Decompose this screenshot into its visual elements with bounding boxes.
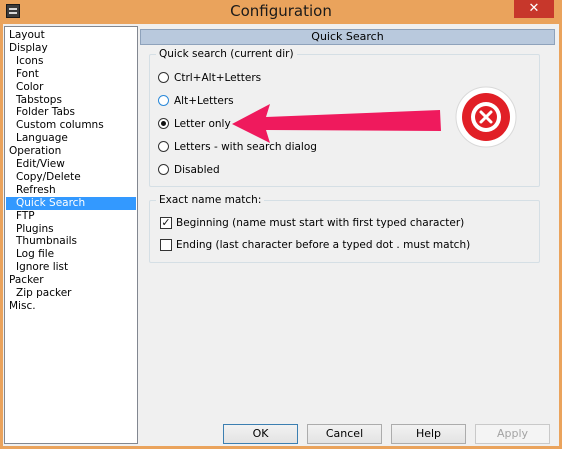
sidebar-item-operation[interactable]: Operation: [7, 145, 63, 158]
quick-search-option-label: Letter only: [174, 118, 231, 130]
window-title: Configuration: [230, 2, 332, 20]
page-title: Quick Search: [140, 29, 555, 45]
ok-button[interactable]: OK: [223, 424, 298, 444]
exact-match-option-label: Ending (last character before a typed do…: [176, 239, 471, 251]
sidebar-item-icons[interactable]: Icons: [14, 55, 45, 68]
sidebar-item-font[interactable]: Font: [14, 68, 41, 81]
sidebar-item-custom-columns[interactable]: Custom columns: [14, 119, 106, 132]
sidebar-item-display[interactable]: Display: [7, 42, 50, 55]
sidebar-item-layout[interactable]: Layout: [7, 29, 47, 42]
sidebar-item-misc[interactable]: Misc.: [7, 300, 38, 313]
quick-search-option-label: Ctrl+Alt+Letters: [174, 72, 262, 84]
quick-search-option-label: Letters - with search dialog: [174, 141, 317, 153]
sidebar-item-plugins[interactable]: Plugins: [14, 223, 56, 236]
sidebar-item-color[interactable]: Color: [14, 81, 45, 94]
apply-button: Apply: [475, 424, 550, 444]
radio-unchecked[interactable]: [158, 95, 169, 106]
sidebar-item-quick-search[interactable]: Quick Search: [6, 196, 136, 210]
exact-match-option-label: Beginning (name must start with first ty…: [176, 217, 465, 229]
title-bar[interactable]: Configuration ✕: [0, 0, 562, 24]
close-icon[interactable]: ✕: [514, 0, 554, 18]
sidebar-item-edit-view[interactable]: Edit/View: [14, 158, 67, 171]
sidebar-item-packer[interactable]: Packer: [7, 274, 46, 287]
quick-search-group-title: Quick search (current dir): [156, 48, 297, 61]
sidebar-item-language[interactable]: Language: [14, 132, 70, 145]
sidebar-item-folder-tabs[interactable]: Folder Tabs: [14, 106, 77, 119]
configuration-window: Configuration ✕ Layout Display Icons Font Co…: [0, 0, 562, 449]
cancel-button[interactable]: Cancel: [307, 424, 382, 444]
sidebar-item-zip-packer[interactable]: Zip packer: [14, 287, 73, 300]
sidebar-item-thumbnails[interactable]: Thumbnails: [14, 235, 79, 248]
radio-unchecked[interactable]: [158, 141, 169, 152]
checkbox-checked[interactable]: ✓: [160, 217, 172, 229]
sidebar-item-ftp[interactable]: FTP: [14, 210, 37, 223]
checkbox-unchecked[interactable]: [160, 239, 172, 251]
quick-search-option-label: Alt+Letters: [174, 95, 234, 107]
quick-search-option-label: Disabled: [174, 164, 220, 176]
settings-tree[interactable]: Layout Display Icons Font Color Tabstops Folde…: [4, 26, 138, 444]
sidebar-item-tabstops[interactable]: Tabstops: [14, 94, 64, 107]
sidebar-item-copy-delete[interactable]: Copy/Delete: [14, 171, 83, 184]
sidebar-item-ignore-list[interactable]: Ignore list: [14, 261, 70, 274]
dialog-body: Layout Display Icons Font Color Tabstops Folde…: [3, 24, 559, 446]
sidebar-item-log-file[interactable]: Log file: [14, 248, 56, 261]
radio-unchecked[interactable]: [158, 72, 169, 83]
help-button[interactable]: Help: [391, 424, 466, 444]
sidebar-item-refresh[interactable]: Refresh: [14, 184, 58, 197]
exact-match-group-title: Exact name match:: [156, 194, 265, 207]
radio-unchecked[interactable]: [158, 164, 169, 175]
exact-match-group: Exact name match:: [149, 194, 540, 263]
radio-checked[interactable]: [158, 118, 169, 129]
